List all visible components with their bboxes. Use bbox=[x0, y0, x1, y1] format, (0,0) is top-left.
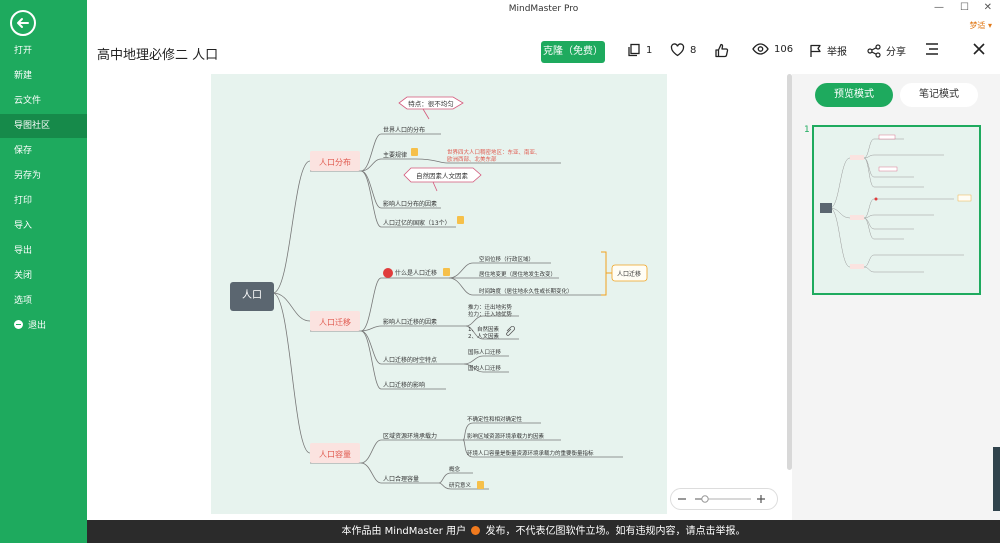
maximize-icon[interactable]: ☐ bbox=[960, 2, 969, 13]
callout-node[interactable]: 自然因素人文因素 bbox=[403, 167, 482, 192]
sidebar-item-close[interactable]: 关闭 bbox=[0, 264, 87, 288]
window-close-icon[interactable]: ✕ bbox=[984, 2, 992, 13]
mm-topic[interactable]: 影响人口分布的因素 bbox=[383, 200, 437, 208]
mm-topic[interactable]: 环境人口容量是衡量资源环境承载力的重要衡量指标 bbox=[467, 449, 594, 457]
mm-topic[interactable]: 世界四大人口稠密地区：东亚、南亚、 bbox=[447, 148, 541, 156]
share-icon bbox=[867, 43, 881, 58]
title-bar: MindMaster Pro — ☐ ✕ bbox=[87, 0, 1000, 18]
thumbs-up-icon[interactable] bbox=[714, 43, 729, 58]
exit-icon bbox=[14, 320, 23, 329]
branch-node[interactable]: 人口迁移 bbox=[310, 311, 360, 331]
branch-node[interactable]: 人口容量 bbox=[310, 443, 360, 463]
svg-text:人口迁移: 人口迁移 bbox=[617, 270, 641, 278]
priority-icon[interactable] bbox=[383, 268, 393, 278]
footer-notice: 本作品由 MindMaster 用户 发布，不代表亿图软件立场。如有违规内容，请… bbox=[87, 520, 1000, 543]
preview-panel: 预览模式 笔记模式 1 bbox=[792, 74, 1000, 520]
mm-topic[interactable]: 区域资源环境承载力 bbox=[383, 432, 437, 440]
note-icon[interactable] bbox=[477, 481, 484, 489]
zoom-control bbox=[670, 488, 778, 510]
svg-text:人口分布: 人口分布 bbox=[319, 157, 351, 167]
eye-icon bbox=[752, 43, 769, 55]
svg-text:自然因素人文因素: 自然因素人文因素 bbox=[416, 171, 469, 180]
mm-topic[interactable]: 概念 bbox=[449, 465, 461, 473]
report-button[interactable]: 举报 bbox=[809, 43, 847, 58]
mm-topic[interactable]: 欧洲西部、北美东部 bbox=[447, 155, 497, 163]
document-title: 高中地理必修二 人口 bbox=[97, 48, 219, 63]
page-thumbnail[interactable] bbox=[812, 125, 981, 295]
svg-text:特点：很不均匀: 特点：很不均匀 bbox=[408, 99, 454, 108]
mm-topic[interactable]: 居住地变更（居住地发生改变） bbox=[479, 270, 556, 278]
close-icon[interactable] bbox=[973, 43, 985, 55]
branch-node[interactable]: 人口分布 bbox=[310, 151, 360, 171]
svg-text:人口迁移: 人口迁移 bbox=[319, 317, 351, 327]
mm-topic[interactable]: 不确定性和相对确定性 bbox=[467, 415, 523, 423]
views-count: 106 bbox=[752, 43, 793, 55]
mm-topic[interactable]: 推力：迁出地劣势 bbox=[468, 303, 513, 311]
outline-menu-icon[interactable] bbox=[925, 43, 939, 55]
sidebar-item-import[interactable]: 导入 bbox=[0, 214, 87, 238]
mm-topic[interactable]: 人口合理容量 bbox=[383, 475, 419, 483]
back-arrow-icon[interactable] bbox=[10, 10, 36, 36]
side-toolbar-tab[interactable] bbox=[993, 447, 1000, 511]
sidebar-item-open[interactable]: 打开 bbox=[0, 39, 87, 63]
sidebar-item-options[interactable]: 选项 bbox=[0, 289, 87, 313]
zoom-slider-handle bbox=[701, 495, 709, 503]
preview-mode-button[interactable]: 预览模式 bbox=[815, 83, 893, 107]
minimize-icon[interactable]: — bbox=[934, 2, 944, 13]
sidebar-item-export[interactable]: 导出 bbox=[0, 239, 87, 263]
mm-topic[interactable]: 拉力：迁入地优势 bbox=[468, 310, 513, 318]
pages-icon bbox=[628, 43, 640, 57]
mm-topic[interactable]: 2、人文因素 bbox=[468, 332, 499, 340]
mm-topic[interactable]: 空间位移（行政区域） bbox=[479, 255, 534, 263]
sidebar-item-cloud-files[interactable]: 云文件 bbox=[0, 89, 87, 113]
share-button[interactable]: 分享 bbox=[867, 43, 906, 58]
pages-count[interactable]: 1 bbox=[627, 43, 652, 57]
flag-icon bbox=[810, 44, 821, 57]
mm-topic[interactable]: 1、自然因素 bbox=[468, 325, 499, 333]
mm-topic[interactable]: 影响区域资源环境承载力的因素 bbox=[467, 432, 545, 440]
sidebar: 打开 新建 云文件 导图社区 保存 另存为 打印 导入 导出 关闭 选项 退出 bbox=[0, 0, 87, 543]
mm-topic[interactable]: 主要规律 bbox=[383, 151, 407, 159]
sidebar-item-community[interactable]: 导图社区 bbox=[0, 114, 87, 138]
app-title: MindMaster Pro bbox=[508, 4, 579, 14]
mm-topic[interactable]: 什么是人口迁移 bbox=[395, 269, 437, 277]
sidebar-item-print[interactable]: 打印 bbox=[0, 189, 87, 213]
svg-text:人口容量: 人口容量 bbox=[319, 449, 351, 459]
mm-topic[interactable]: 人口过亿的国家（13个） bbox=[383, 219, 451, 227]
sidebar-item-save-as[interactable]: 另存为 bbox=[0, 164, 87, 188]
note-icon[interactable] bbox=[457, 216, 464, 224]
heart-icon bbox=[670, 43, 685, 57]
mm-topic[interactable]: 国内人口迁移 bbox=[468, 364, 502, 372]
page-number: 1 bbox=[804, 125, 810, 135]
toolbar: 高中地理必修二 人口 克隆（免费） 1 8 106 举报 分享 bbox=[87, 30, 1000, 74]
mm-topic[interactable]: 研究意义 bbox=[449, 481, 472, 489]
root-node[interactable]: 人口 bbox=[230, 282, 274, 311]
sidebar-item-exit[interactable]: 退出 bbox=[0, 314, 87, 338]
zoom-in-icon bbox=[757, 495, 765, 503]
svg-text:人口: 人口 bbox=[242, 289, 262, 301]
like-count[interactable]: 8 bbox=[670, 43, 696, 57]
note-icon[interactable] bbox=[443, 268, 450, 276]
sidebar-item-new[interactable]: 新建 bbox=[0, 64, 87, 88]
attachment-icon[interactable] bbox=[506, 326, 515, 336]
mm-topic[interactable]: 世界人口的分布 bbox=[383, 126, 425, 134]
user-avatar-icon bbox=[471, 526, 481, 535]
note-icon[interactable] bbox=[411, 148, 418, 156]
mm-topic[interactable]: 时间跨度（居住地永久性或长期变化） bbox=[479, 287, 573, 295]
mindmap-canvas[interactable]: 人口 人口分布 人口迁移 人口容量 特点：很不均匀 自然因素人文因素 人口迁移 … bbox=[211, 74, 667, 514]
mm-topic[interactable]: 人口迁移的时空特点 bbox=[383, 356, 437, 364]
callout-node[interactable]: 特点：很不均匀 bbox=[398, 96, 464, 120]
mm-topic[interactable]: 人口迁移的影响 bbox=[383, 381, 425, 389]
exit-label: 退出 bbox=[28, 321, 47, 331]
clone-button[interactable]: 克隆（免费） bbox=[541, 41, 605, 63]
sidebar-item-save[interactable]: 保存 bbox=[0, 139, 87, 163]
mm-topic[interactable]: 影响人口迁移的因素 bbox=[383, 318, 437, 326]
callout-node[interactable]: 人口迁移 bbox=[611, 264, 648, 282]
mm-topic[interactable]: 国际人口迁移 bbox=[468, 348, 502, 356]
notes-mode-button[interactable]: 笔记模式 bbox=[900, 83, 978, 107]
